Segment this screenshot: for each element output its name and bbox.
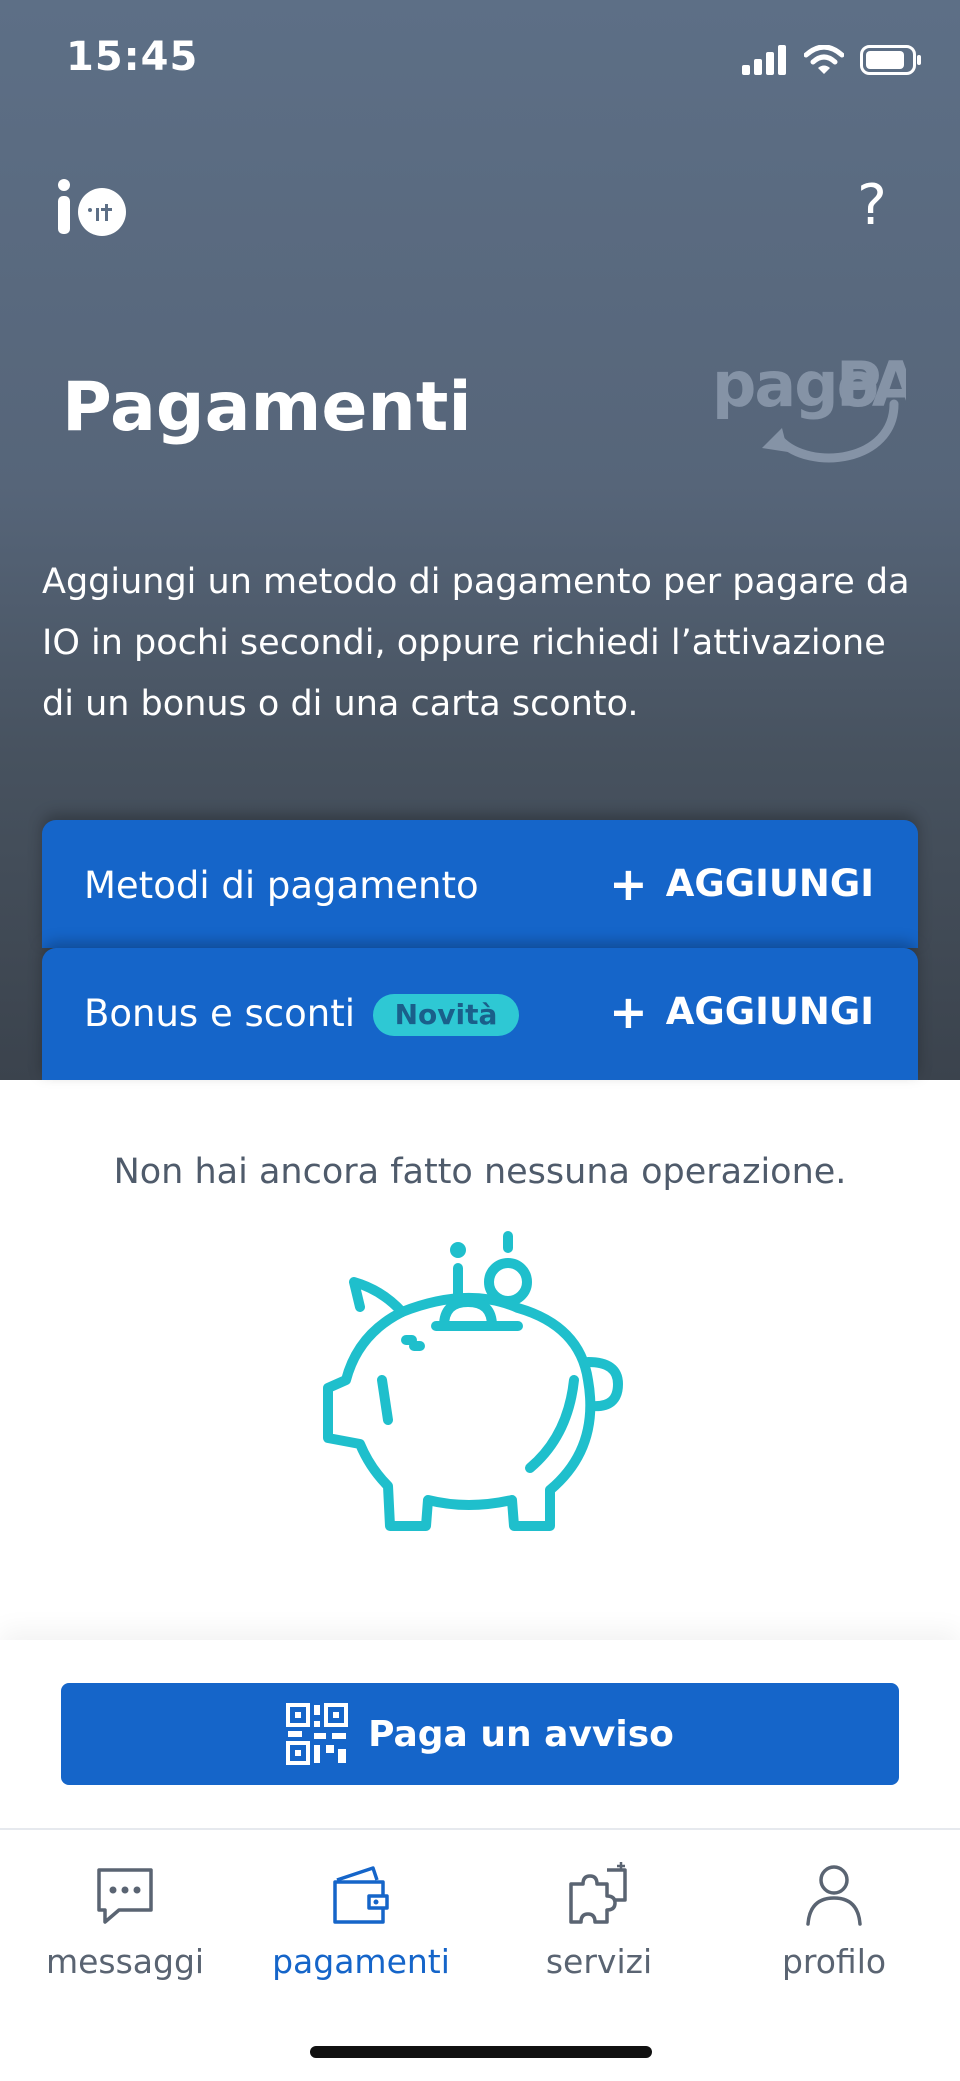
tab-servizi[interactable]: servizi [479, 1860, 719, 1981]
cellular-signal-icon [742, 45, 786, 75]
intro-text: Aggiungi un metodo di pagamento per paga… [42, 562, 910, 724]
payment-methods-card[interactable]: Metodi di pagamento + AGGIUNGI [42, 820, 918, 948]
status-icons [742, 40, 922, 80]
bonus-card[interactable]: Bonus e sconti Novità + AGGIUNGI [42, 948, 918, 1080]
tab-profilo[interactable]: profilo [714, 1860, 954, 1981]
pay-notice-label: Paga un avviso [368, 1713, 674, 1755]
tab-pagamenti[interactable]: pagamenti [241, 1860, 481, 1981]
add-bonus-button[interactable]: + AGGIUNGI [609, 984, 874, 1039]
plus-icon: + [609, 856, 648, 911]
wallet-icon [333, 1866, 389, 1924]
help-icon[interactable]: ? [846, 176, 898, 236]
status-bar: 15:45 [0, 0, 960, 120]
plus-icon: + [609, 984, 648, 1039]
battery-icon [860, 45, 921, 75]
chat-icon [97, 1868, 153, 1924]
status-time: 15:45 [66, 34, 199, 80]
tab-servizi-label: servizi [545, 1942, 653, 1981]
puzzle-icon [569, 1862, 627, 1924]
tab-messaggi[interactable]: messaggi [5, 1860, 245, 1981]
pagopa-logo: pago PA [712, 348, 906, 463]
io-app-logo [58, 179, 126, 236]
wifi-icon [804, 45, 844, 74]
qr-code-icon [286, 1703, 349, 1765]
empty-state-message: Non hai ancora fatto nessuna operazione. [113, 1152, 847, 1192]
add-bonus-label: AGGIUNGI [665, 990, 874, 1033]
bottom-tab-bar: messaggi pagamenti servizi profilo [0, 1828, 960, 2081]
page-title: Pagamenti [62, 368, 472, 447]
add-payment-method-button[interactable]: + AGGIUNGI [609, 856, 874, 911]
bonus-label: Bonus e sconti [84, 992, 355, 1035]
tab-profilo-label: profilo [781, 1942, 887, 1981]
pay-notice-button[interactable]: Paga un avviso [61, 1683, 899, 1785]
new-badge: Novità [373, 994, 519, 1036]
payment-methods-label: Metodi di pagamento [84, 864, 479, 907]
user-icon [806, 1865, 862, 1926]
tab-pagamenti-label: pagamenti [272, 1942, 450, 1981]
home-indicator [310, 2046, 652, 2058]
add-payment-method-label: AGGIUNGI [665, 862, 874, 905]
tab-messaggi-label: messaggi [45, 1942, 205, 1981]
piggy-bank-icon [323, 1231, 623, 1531]
